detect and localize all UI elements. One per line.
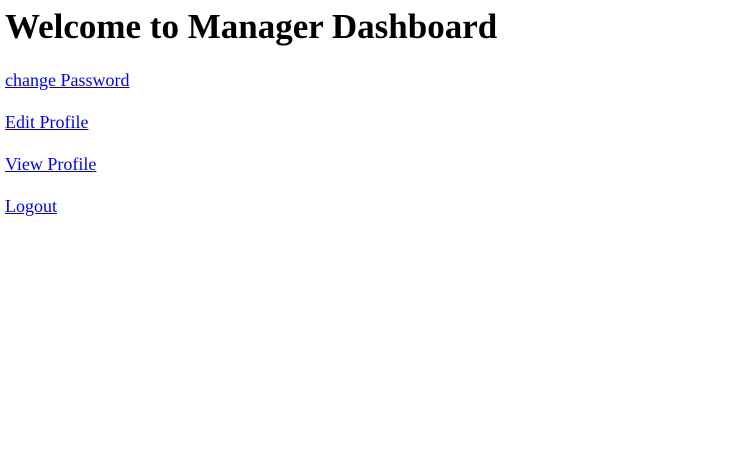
dashboard-links: change Password Edit Profile View Profil… (5, 70, 726, 217)
logout-row: Logout (5, 196, 726, 217)
view-profile-link[interactable]: View Profile (5, 154, 96, 174)
logout-link[interactable]: Logout (5, 196, 57, 216)
view-profile-row: View Profile (5, 154, 726, 175)
dashboard-page: Welcome to Manager Dashboard change Pass… (0, 0, 731, 463)
edit-profile-row: Edit Profile (5, 112, 726, 133)
page-title: Welcome to Manager Dashboard (5, 7, 498, 46)
edit-profile-link[interactable]: Edit Profile (5, 112, 89, 132)
change-password-link[interactable]: change Password (5, 70, 129, 90)
change-password-row: change Password (5, 70, 726, 91)
